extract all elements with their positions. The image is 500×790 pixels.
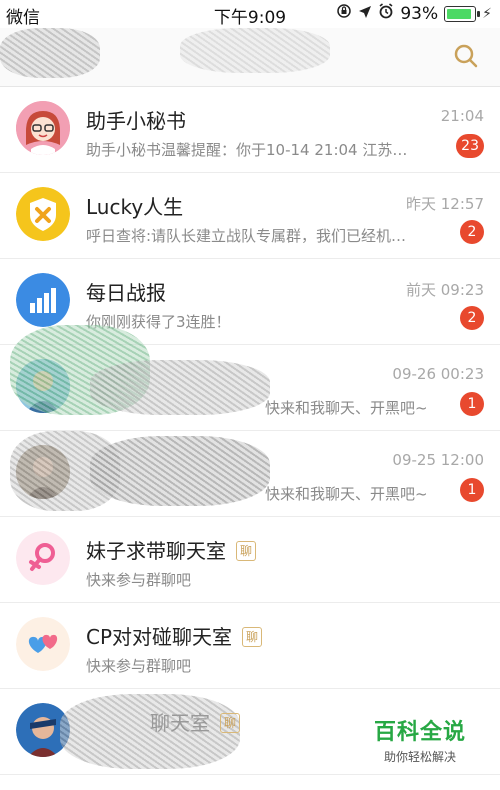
chat-preview: 呼日查将:请队长建立战队专属群，我们已经机… (86, 227, 407, 245)
redacted-scribble (90, 360, 270, 415)
search-button[interactable] (452, 42, 480, 70)
bar-chart-avatar (16, 273, 70, 327)
chat-row-friend-1[interactable]: 09-26 00:23 快来和我聊天、开黑吧~ 1 (0, 325, 500, 431)
watermark-title: 百科全说 (373, 720, 466, 745)
hearts-avatar (16, 617, 70, 671)
watermark-subtitle: 助你轻松解决 (383, 750, 456, 764)
unread-badge: 2 (460, 306, 484, 330)
redacted-scribble (90, 436, 270, 506)
status-right: 93% ⚡ (336, 3, 492, 24)
chat-title: CP对对碰聊天室聊 (86, 621, 263, 650)
chat-time: 前天 09:23 (406, 281, 484, 299)
unread-badge: 2 (460, 220, 484, 244)
chat-title: 助手小秘书 (86, 109, 186, 133)
chat-preview: 快来参与群聊吧 (86, 657, 192, 675)
chat-title: 妹子求带聊天室聊 (86, 535, 257, 564)
location-icon (358, 4, 372, 24)
chat-preview: 助手小秘书温馨提醒：你于10-14 21:04 江苏… (86, 141, 408, 159)
chatroom-tag: 聊 (236, 541, 257, 561)
chat-title-text: CP对对碰聊天室 (86, 625, 233, 649)
battery-icon (444, 5, 481, 22)
chat-list: 助手小秘书 21:04 助手小秘书温馨提醒：你于10-14 21:04 江苏… … (0, 87, 500, 775)
charging-icon: ⚡ (482, 5, 492, 22)
chat-preview: 快来和我聊天、开黑吧~ (265, 485, 428, 503)
chat-time: 09-25 12:00 (392, 451, 484, 469)
search-icon (454, 44, 478, 68)
chat-time: 21:04 (440, 107, 484, 125)
unread-badge: 1 (460, 478, 484, 502)
chat-title: 聊天室聊 (150, 707, 241, 736)
chat-row-lucky[interactable]: Lucky人生 昨天 12:57 呼日查将:请队长建立战队专属群，我们已经机… … (0, 173, 500, 259)
chat-row-chatroom-cp[interactable]: CP对对碰聊天室聊 快来参与群聊吧 (0, 603, 500, 689)
redacted-scribble (180, 28, 330, 73)
assistant-girl-avatar (16, 101, 70, 155)
header-bar (0, 28, 500, 87)
chat-title: Lucky人生 (86, 195, 184, 219)
redacted-scribble (0, 28, 100, 78)
chat-row-friend-2[interactable]: 09-25 12:00 快来和我聊天、开黑吧~ 1 (0, 431, 500, 517)
female-symbol-avatar (16, 531, 70, 585)
lock-rotation-icon (336, 3, 352, 24)
chat-title-text: 聊天室 (150, 711, 210, 735)
chat-title-text: 妹子求带聊天室 (86, 539, 226, 563)
chatroom-tag: 聊 (220, 713, 241, 733)
unread-badge: 1 (460, 392, 484, 416)
watermark: 百科全说 助你轻松解决 (345, 700, 495, 770)
chat-preview: 快来参与群聊吧 (86, 571, 192, 589)
chat-time: 昨天 12:57 (406, 195, 484, 213)
chat-row-chatroom-girls[interactable]: 妹子求带聊天室聊 快来参与群聊吧 (0, 517, 500, 603)
alarm-icon (378, 3, 394, 24)
status-bar: 微信 下午9:09 93% ⚡ (0, 0, 500, 28)
chatroom-tag: 聊 (242, 627, 263, 647)
battery-percent: 93% (400, 3, 439, 24)
chat-title: 每日战报 (86, 281, 166, 305)
chat-preview: 快来和我聊天、开黑吧~ (265, 399, 428, 417)
chat-time: 09-26 00:23 (392, 365, 484, 383)
unread-badge: 23 (456, 134, 484, 158)
chat-row-assistant[interactable]: 助手小秘书 21:04 助手小秘书温馨提醒：你于10-14 21:04 江苏… … (0, 87, 500, 173)
lucky-shield-avatar (16, 187, 70, 241)
battery-fill (447, 8, 472, 19)
